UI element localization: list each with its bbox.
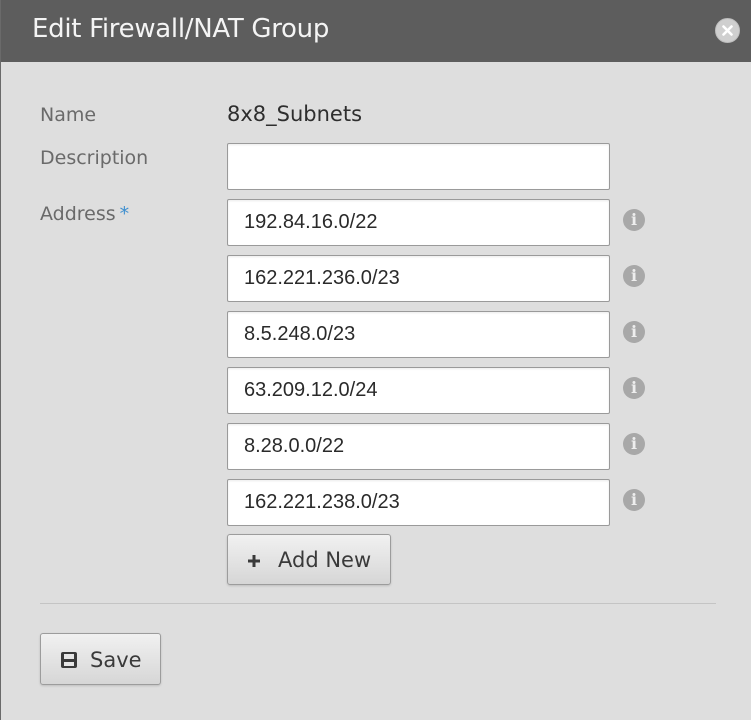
address-input-6[interactable] (227, 479, 610, 526)
info-glyph: i (630, 490, 638, 509)
address-label-text: Address (40, 203, 116, 225)
info-icon[interactable]: i (623, 321, 645, 343)
dialog-title: Edit Firewall/NAT Group (32, 14, 330, 44)
description-input[interactable] (227, 143, 610, 190)
info-icon[interactable]: i (623, 377, 645, 399)
info-glyph: i (630, 434, 638, 453)
floppy-disk-icon (61, 652, 77, 668)
add-new-button[interactable]: Add New (227, 534, 391, 585)
close-button[interactable] (715, 18, 740, 43)
info-glyph: i (630, 210, 638, 229)
info-icon[interactable]: i (623, 433, 645, 455)
save-button[interactable]: Save (40, 633, 161, 685)
required-marker: * (119, 203, 130, 225)
info-glyph: i (630, 378, 638, 397)
name-value: 8x8_Subnets (227, 102, 363, 126)
description-label: Description (40, 147, 149, 169)
address-input-4[interactable] (227, 367, 610, 414)
dialog-titlebar: Edit Firewall/NAT Group (1, 0, 751, 62)
plus-icon (248, 555, 260, 567)
info-icon[interactable]: i (623, 489, 645, 511)
address-input-1[interactable] (227, 199, 610, 246)
info-glyph: i (630, 266, 638, 285)
address-input-5[interactable] (227, 423, 610, 470)
info-icon[interactable]: i (623, 209, 645, 231)
close-icon (722, 25, 733, 36)
save-label: Save (90, 648, 142, 672)
address-input-3[interactable] (227, 311, 610, 358)
info-glyph: i (630, 322, 638, 341)
address-label: Address * (40, 203, 129, 225)
address-input-2[interactable] (227, 255, 610, 302)
form-divider (40, 603, 716, 604)
name-label: Name (40, 104, 97, 126)
add-new-label: Add New (278, 548, 372, 572)
info-icon[interactable]: i (623, 265, 645, 287)
edit-firewall-nat-group-dialog: Edit Firewall/NAT Group Name 8x8_Subnets… (0, 0, 751, 720)
